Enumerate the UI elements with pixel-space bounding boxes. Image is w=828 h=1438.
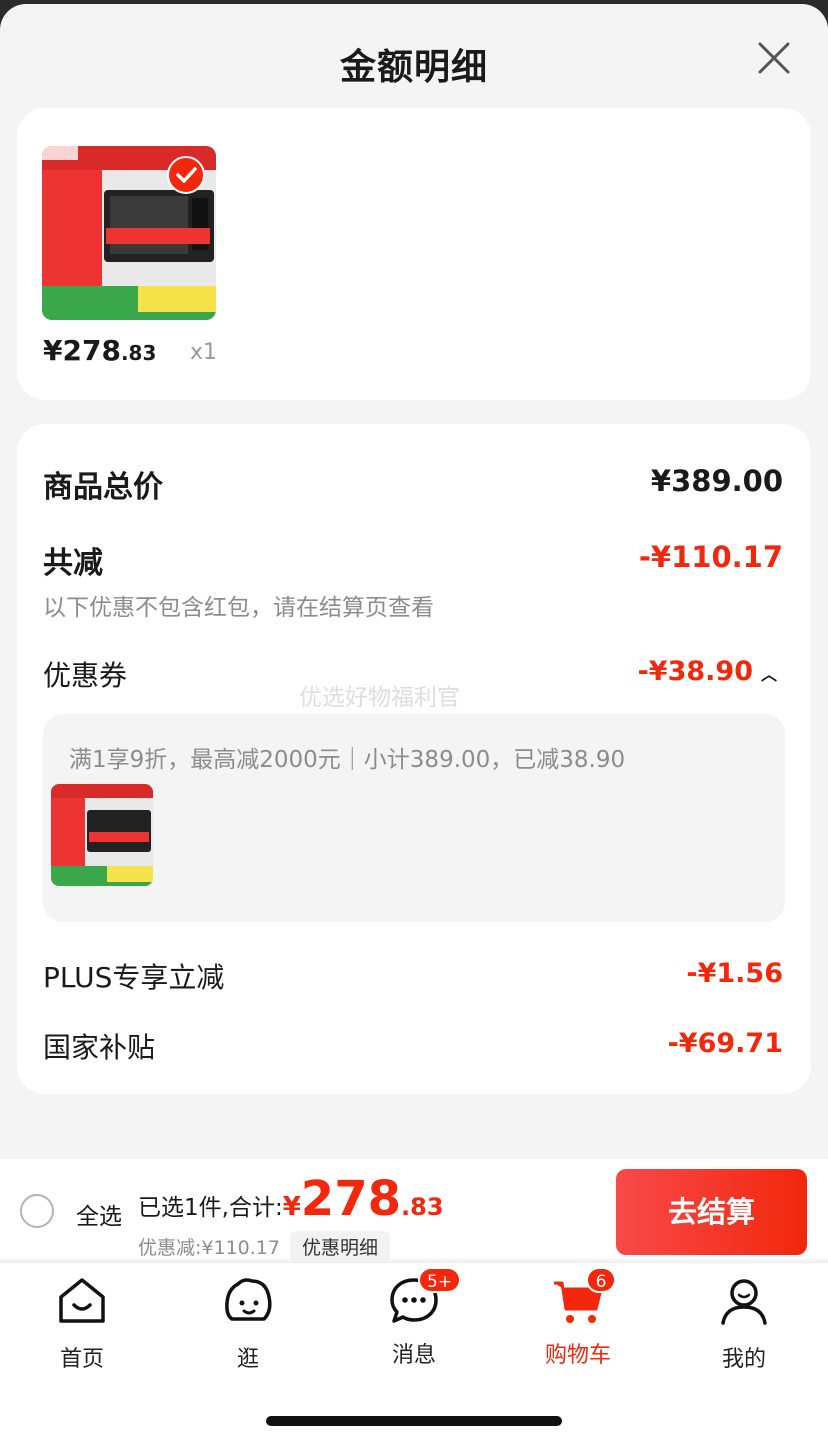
checkout-button[interactable]: 去结算	[616, 1169, 807, 1255]
browse-icon	[225, 1278, 272, 1321]
bottom-tab-bar: 首页 逛 5+ 消息 6 购物车 我的	[0, 1262, 828, 1438]
price-summary-card: 商品总价 ¥389.00 共减 -¥110.17 以下优惠不包含红包，请在结算页…	[17, 424, 811, 1094]
coupon-label: 优惠券	[43, 659, 128, 692]
reduce-label: 共减	[43, 546, 103, 581]
selected-check-icon	[167, 156, 205, 194]
discount-summary: 优惠减:¥110.17 优惠明细	[138, 1231, 390, 1262]
coupon-description: 满1享9折，最高减2000元｜小计389.00，已减38.90	[69, 747, 626, 773]
product-card: ¥278.83 x1	[17, 108, 811, 400]
discount-note: 以下优惠不包含红包，请在结算页查看	[43, 595, 434, 621]
tab-profile[interactable]: 我的	[684, 1275, 804, 1373]
plus-value: -¥1.56	[686, 958, 783, 989]
coupon-detail-box: 满1享9折，最高减2000元｜小计389.00，已减38.90	[43, 714, 785, 922]
plus-label: PLUS专享立减	[43, 961, 225, 994]
select-all-radio[interactable]	[20, 1194, 54, 1228]
watermark-text: 优选好物福利官	[299, 685, 460, 711]
sheet-title: 金额明细	[339, 47, 488, 88]
tab-browse[interactable]: 逛	[188, 1275, 308, 1373]
close-icon[interactable]	[754, 38, 794, 78]
tab-home[interactable]: 首页	[22, 1275, 142, 1373]
checkout-bar: 全选 已选1件,合计:¥278.83 优惠减:¥110.17 优惠明细 去结算	[0, 1159, 828, 1262]
total-value: ¥389.00	[650, 464, 783, 498]
tab-messages[interactable]: 5+ 消息	[354, 1267, 474, 1369]
coupon-product-image	[51, 784, 153, 886]
subsidy-label: 国家补贴	[43, 1031, 156, 1064]
cart-badge: 6	[586, 1267, 616, 1293]
product-price: ¥278.83	[43, 334, 157, 367]
discount-detail-button[interactable]: 优惠明细	[289, 1231, 390, 1262]
chevron-up-icon: ︿	[760, 664, 777, 684]
coupon-toggle[interactable]: -¥38.90 ︿	[638, 656, 777, 687]
subsidy-value: -¥69.71	[667, 1028, 783, 1059]
home-indicator	[266, 1416, 562, 1426]
select-all-label[interactable]: 全选	[76, 1197, 122, 1231]
product-quantity: x1	[190, 340, 218, 365]
selected-total: 已选1件,合计:¥278.83	[138, 1171, 444, 1227]
home-icon	[59, 1278, 105, 1323]
total-label: 商品总价	[43, 470, 163, 505]
profile-icon	[721, 1279, 767, 1325]
amount-detail-sheet: 金额明细 ¥278.83 x1 商品总价 ¥389.00 共减 -¥110.17…	[0, 4, 828, 1438]
message-badge: 5+	[418, 1267, 462, 1293]
reduce-value: -¥110.17	[638, 540, 783, 574]
tab-cart[interactable]: 6 购物车	[518, 1267, 638, 1369]
